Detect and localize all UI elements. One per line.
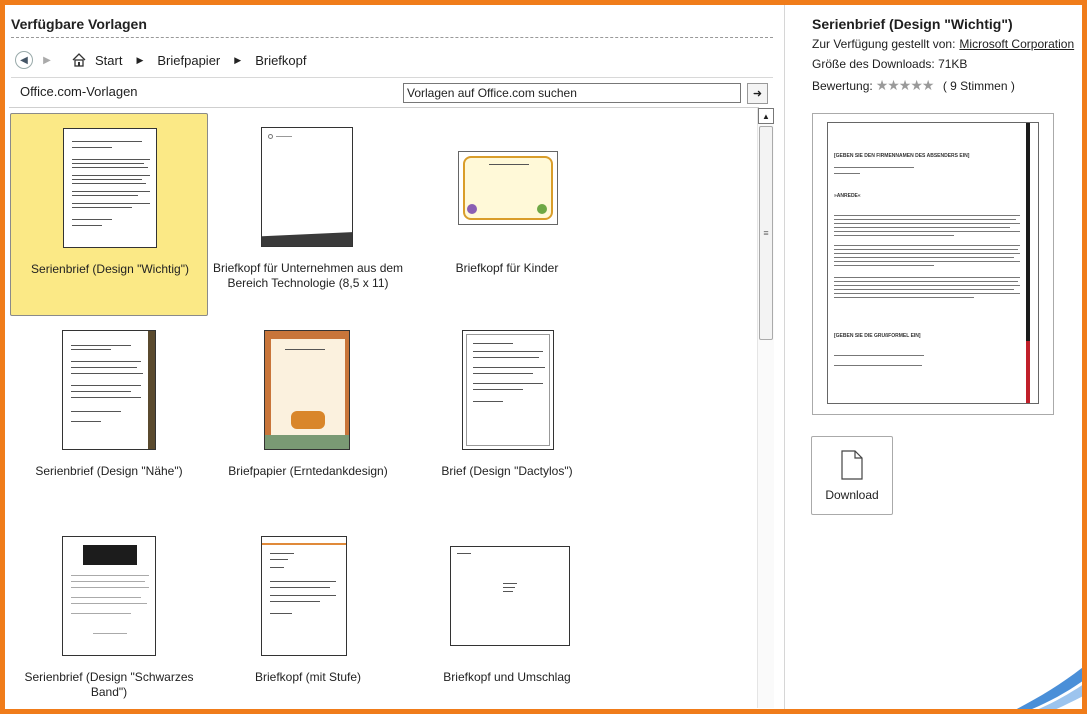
divider [11, 77, 773, 78]
arrow-right-icon: ➜ [752, 88, 763, 100]
rating-stars-icon[interactable]: ★★★★★ [876, 77, 935, 93]
preview-document: [GEBEN SIE DEN FIRMENNAMEN DES ABSENDERS… [827, 122, 1039, 404]
rating-label: Bewertung: [812, 79, 873, 93]
download-size-row: Größe des Downloads: 71KB [812, 57, 967, 71]
template-tile[interactable]: Serienbrief (Design "Wichtig") [10, 113, 208, 316]
template-thumbnail [264, 330, 350, 450]
template-label: Briefkopf für Kinder [455, 261, 559, 275]
rating-row: Bewertung: ★★★★★ ( 9 Stimmen ) [812, 77, 1015, 94]
grip-icon: ≡ [763, 228, 769, 238]
template-thumbnail [62, 330, 156, 450]
home-icon[interactable] [71, 52, 87, 68]
template-label: Serienbrief (Design "Nähe") [35, 464, 183, 478]
provider-row: Zur Verfügung gestellt von: Microsoft Cor… [812, 37, 1074, 51]
template-label: Brief (Design "Dactylos") [441, 464, 573, 478]
template-label: Briefkopf und Umschlag [443, 670, 571, 684]
source-title: Office.com-Vorlagen [20, 84, 138, 99]
preview-salutation: »ANREDE« [834, 193, 861, 199]
provider-label: Zur Verfügung gestellt von: [812, 37, 956, 51]
chevron-right-icon: ▶ [136, 54, 144, 65]
template-tile[interactable]: Serienbrief (Design "Schwarzes Band") [10, 519, 208, 709]
download-size-label: Größe des Downloads: [812, 57, 935, 71]
preview-closing: [GEBEN SIE DIE GRUßFORMEL EIN] [834, 333, 921, 339]
search-input[interactable]: Vorlagen auf Office.com suchen [403, 83, 741, 103]
template-dialog: Verfügbare Vorlagen ◀ ▶ Start ▶ Briefpap… [5, 5, 1082, 709]
provider-link[interactable]: Microsoft Corporation [959, 37, 1074, 51]
template-thumbnail [450, 546, 570, 646]
rating-votes: ( 9 Stimmen ) [942, 79, 1015, 93]
download-size-value: 71KB [938, 57, 968, 71]
template-tile[interactable]: Briefkopf für Unternehmen aus dem Bereic… [209, 113, 407, 316]
template-tile[interactable]: Brief (Design "Dactylos") [408, 316, 606, 519]
breadcrumb-start[interactable]: Start [95, 53, 122, 68]
template-label: Serienbrief (Design "Wichtig") [31, 262, 189, 276]
template-details-panel: Serienbrief (Design "Wichtig") Zur Verfü… [785, 5, 1082, 709]
breadcrumb: ◀ ▶ Start ▶ Briefpapier ▶ Briefkopf [15, 49, 315, 71]
template-thumbnail [62, 536, 156, 656]
template-thumbnail [261, 127, 353, 247]
template-tile[interactable]: Briefkopf (mit Stufe) [209, 519, 407, 709]
breadcrumb-briefpapier[interactable]: Briefpapier [157, 53, 220, 68]
forward-button[interactable]: ▶ [38, 51, 56, 69]
template-label: Briefpapier (Erntedankdesign) [228, 464, 388, 478]
template-tile[interactable]: Briefpapier (Erntedankdesign) [209, 316, 407, 519]
divider [11, 37, 773, 38]
scroll-thumb[interactable]: ≡ [759, 126, 773, 340]
template-thumbnail [261, 536, 347, 656]
download-button[interactable]: Download [811, 436, 893, 515]
template-thumbnail [63, 128, 157, 248]
template-label: Briefkopf für Unternehmen aus dem Bereic… [212, 261, 404, 290]
template-tile[interactable]: Serienbrief (Design "Nähe") [10, 316, 208, 519]
windows-swoosh-decoration [1016, 667, 1082, 709]
template-title: Serienbrief (Design "Wichtig") [812, 16, 1013, 32]
vertical-scrollbar[interactable]: ▲ ≡ [757, 108, 774, 708]
panel-title: Verfügbare Vorlagen [11, 16, 147, 32]
back-button[interactable]: ◀ [15, 51, 33, 69]
template-thumbnail [458, 151, 558, 225]
preview-heading: [GEBEN SIE DEN FIRMENNAMEN DES ABSENDERS… [834, 153, 970, 159]
arrow-up-icon: ▲ [762, 111, 770, 121]
template-tile[interactable]: Briefkopf für Kinder [408, 113, 606, 316]
chevron-right-icon: ▶ [234, 54, 242, 65]
search-go-button[interactable]: ➜ [747, 83, 768, 104]
template-label: Serienbrief (Design "Schwarzes Band") [24, 670, 194, 699]
scroll-up-button[interactable]: ▲ [758, 108, 774, 124]
template-thumbnail [462, 330, 554, 450]
document-icon [841, 450, 863, 480]
breadcrumb-briefkopf[interactable]: Briefkopf [255, 53, 306, 68]
template-preview: [GEBEN SIE DEN FIRMENNAMEN DES ABSENDERS… [812, 113, 1054, 415]
template-tile[interactable]: Briefkopf und Umschlag [408, 519, 606, 709]
template-label: Briefkopf (mit Stufe) [254, 670, 362, 684]
available-templates-panel: Verfügbare Vorlagen ◀ ▶ Start ▶ Briefpap… [5, 5, 780, 709]
template-grid: Serienbrief (Design "Wichtig") Briefkopf… [9, 107, 759, 709]
download-label: Download [825, 488, 879, 502]
